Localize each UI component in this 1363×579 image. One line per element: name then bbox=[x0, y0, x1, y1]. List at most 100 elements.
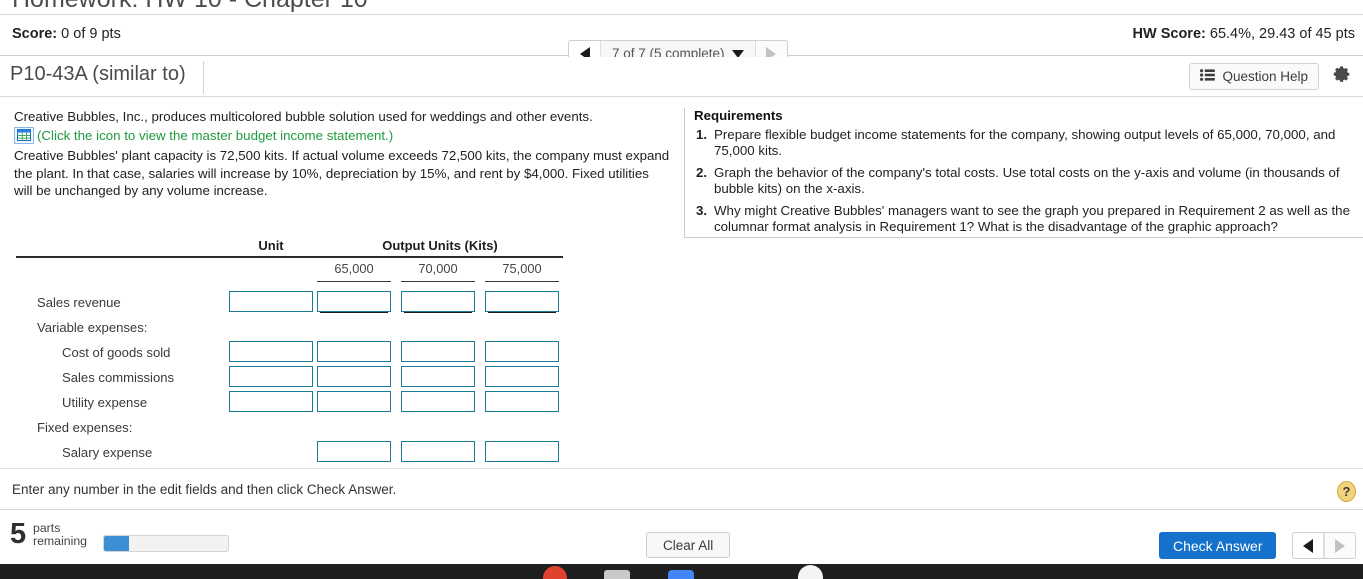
column-header-output-units: Output Units (Kits) bbox=[382, 238, 498, 253]
parts-remaining-count: 5 bbox=[10, 518, 27, 550]
master-budget-link-row: (Click the icon to view the master budge… bbox=[14, 126, 670, 145]
input-sales-revenue-75000[interactable] bbox=[485, 291, 559, 312]
table-row: Salary expense bbox=[0, 441, 600, 466]
score-display: Score: 0 of 9 pts bbox=[12, 26, 121, 42]
master-budget-link[interactable]: (Click the icon to view the master budge… bbox=[37, 127, 393, 145]
problem-line-1: Creative Bubbles, Inc., produces multico… bbox=[14, 109, 593, 124]
clear-all-label: Clear All bbox=[663, 537, 714, 553]
help-bubble-button[interactable]: ? bbox=[1337, 481, 1356, 502]
question-mark-icon: ? bbox=[1342, 484, 1351, 499]
input-utility-expense-unit[interactable] bbox=[229, 391, 313, 412]
table-row: Variable expenses: bbox=[0, 316, 600, 341]
footer-prev-button[interactable] bbox=[1293, 533, 1324, 558]
input-sales-revenue-70000[interactable] bbox=[401, 291, 475, 312]
list-item: 1. Prepare flexible budget income statem… bbox=[694, 127, 1363, 159]
table-row: Cost of goods sold bbox=[0, 341, 600, 366]
list-icon bbox=[1200, 69, 1216, 84]
question-content: Creative Bubbles, Inc., produces multico… bbox=[0, 98, 1363, 468]
clear-all-button[interactable]: Clear All bbox=[646, 532, 731, 558]
taskbar-icon-gray[interactable] bbox=[604, 570, 630, 579]
progress-bar-fill bbox=[104, 536, 129, 551]
input-salary-expense-70000[interactable] bbox=[401, 441, 475, 462]
row-label-salary-expense: Salary expense bbox=[62, 445, 153, 460]
input-salary-expense-65000[interactable] bbox=[317, 441, 391, 462]
os-taskbar bbox=[0, 564, 1363, 579]
gear-icon bbox=[1331, 64, 1351, 89]
list-item: 3. Why might Creative Bubbles' managers … bbox=[694, 203, 1363, 235]
footer-bar: 5 parts remaining Clear All Check Answer bbox=[0, 511, 1363, 564]
input-utility-expense-70000[interactable] bbox=[401, 391, 475, 412]
subheader-rule-3 bbox=[485, 281, 559, 282]
requirements-pane: Requirements 1. Prepare flexible budget … bbox=[694, 98, 1363, 238]
taskbar-icon-white[interactable] bbox=[798, 565, 823, 579]
table-row: Utility expense bbox=[0, 391, 600, 416]
requirement-text: Graph the behavior of the company's tota… bbox=[714, 165, 1340, 196]
answer-table-scroll[interactable]: Unit Output Units (Kits) 65,000 70,000 7… bbox=[0, 238, 684, 466]
requirement-number: 3. bbox=[696, 203, 708, 218]
footer-pager bbox=[1292, 532, 1356, 559]
requirement-number: 1. bbox=[696, 127, 708, 142]
input-utility-expense-65000[interactable] bbox=[317, 391, 391, 412]
input-cogs-unit[interactable] bbox=[229, 341, 313, 362]
parts-remaining-label: parts remaining bbox=[33, 522, 93, 548]
table-header-rule bbox=[16, 256, 563, 258]
right-triangle-icon bbox=[1335, 538, 1345, 553]
mathxl-homework-page: Homework: HW 10 - Chapter 10 Score: 0 of… bbox=[0, 0, 1363, 579]
progress-bar bbox=[103, 535, 229, 552]
input-sales-revenue-65000[interactable] bbox=[317, 291, 391, 312]
input-cogs-75000[interactable] bbox=[485, 341, 559, 362]
subheader-rule-2 bbox=[401, 281, 475, 282]
problem-text: Creative Bubbles, Inc., produces multico… bbox=[0, 98, 684, 200]
pane-divider-vertical bbox=[684, 108, 685, 237]
input-cogs-70000[interactable] bbox=[401, 341, 475, 362]
input-sales-commissions-65000[interactable] bbox=[317, 366, 391, 387]
footer-next-button[interactable] bbox=[1324, 533, 1355, 558]
hw-score-display: HW Score: 65.4%, 29.43 of 45 pts bbox=[1133, 26, 1355, 42]
column-header-75000: 75,000 bbox=[502, 261, 542, 276]
taskbar-icon-blue[interactable] bbox=[668, 570, 694, 579]
settings-button[interactable] bbox=[1328, 63, 1354, 90]
row-label-variable-expenses: Variable expenses: bbox=[37, 320, 148, 335]
input-salary-expense-75000[interactable] bbox=[485, 441, 559, 462]
instruction-text: Enter any number in the edit fields and … bbox=[12, 482, 397, 497]
question-id: P10-43A (similar to) bbox=[10, 63, 186, 85]
spreadsheet-icon[interactable] bbox=[14, 126, 34, 144]
hw-score-label: HW Score: bbox=[1132, 26, 1206, 42]
table-header-row: Unit Output Units (Kits) bbox=[0, 238, 600, 255]
answer-table: Unit Output Units (Kits) 65,000 70,000 7… bbox=[0, 238, 600, 466]
problem-pane: Creative Bubbles, Inc., produces multico… bbox=[0, 98, 684, 468]
row-label-sales-revenue: Sales revenue bbox=[37, 295, 121, 310]
taskbar-icon-red[interactable] bbox=[543, 566, 567, 579]
question-help-button[interactable]: Question Help bbox=[1189, 63, 1319, 90]
score-label: Score: bbox=[12, 26, 58, 42]
instruction-bar: Enter any number in the edit fields and … bbox=[0, 468, 1363, 510]
input-sales-commissions-unit[interactable] bbox=[229, 366, 313, 387]
page-title-strip: Homework: HW 10 - Chapter 10 bbox=[0, 0, 1363, 14]
table-row: Sales commissions bbox=[0, 366, 600, 391]
input-sales-commissions-70000[interactable] bbox=[401, 366, 475, 387]
question-header: P10-43A (similar to) Question Help bbox=[0, 57, 1363, 97]
input-sales-revenue-unit[interactable] bbox=[229, 291, 313, 312]
input-sales-commissions-75000[interactable] bbox=[485, 366, 559, 387]
input-cogs-65000[interactable] bbox=[317, 341, 391, 362]
column-header-65000: 65,000 bbox=[334, 261, 374, 276]
column-header-70000: 70,000 bbox=[418, 261, 458, 276]
column-header-unit: Unit bbox=[258, 238, 284, 253]
left-triangle-icon bbox=[1303, 538, 1313, 553]
score-bar: Score: 0 of 9 pts 7 of 7 (5 complete) HW… bbox=[0, 14, 1363, 67]
input-utility-expense-75000[interactable] bbox=[485, 391, 559, 412]
requirements-list: 1. Prepare flexible budget income statem… bbox=[694, 127, 1363, 235]
table-row: Sales revenue bbox=[0, 291, 600, 316]
score-value: 0 of 9 pts bbox=[61, 26, 121, 42]
cell-underline bbox=[404, 312, 472, 313]
check-answer-label: Check Answer bbox=[1173, 537, 1263, 554]
requirement-text: Prepare flexible budget income statement… bbox=[714, 127, 1336, 158]
row-label-utility-expense: Utility expense bbox=[62, 395, 148, 410]
problem-line-2: Creative Bubbles' plant capacity is 72,5… bbox=[14, 148, 670, 198]
check-answer-button[interactable]: Check Answer bbox=[1159, 532, 1277, 559]
question-help-label: Question Help bbox=[1222, 69, 1308, 84]
hw-score-value: 65.4%, 29.43 of 45 pts bbox=[1209, 26, 1355, 42]
header-divider bbox=[203, 61, 204, 94]
row-label-sales-commissions: Sales commissions bbox=[62, 370, 175, 385]
requirement-number: 2. bbox=[696, 165, 708, 180]
